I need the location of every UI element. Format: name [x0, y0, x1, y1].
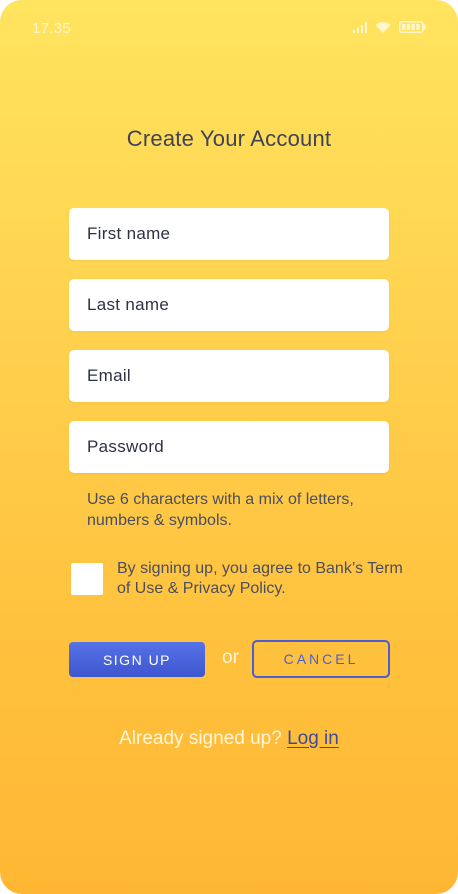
- signup-screen: 17.35 Create Your Account First name Las…: [0, 0, 458, 894]
- login-link[interactable]: Log in: [287, 728, 339, 749]
- wifi-icon: [375, 21, 391, 33]
- cancel-button[interactable]: CANCEL: [252, 640, 390, 678]
- email-field[interactable]: [69, 350, 389, 402]
- password-input[interactable]: [87, 437, 389, 457]
- page-title: Create Your Account: [126, 126, 332, 151]
- password-hint: Use 6 characters with a mix of letters, …: [87, 491, 354, 529]
- email-input[interactable]: [87, 366, 389, 386]
- sign-up-button[interactable]: SIGN UP: [69, 642, 205, 677]
- first-name-field[interactable]: [69, 208, 389, 260]
- last-name-input[interactable]: [87, 295, 389, 315]
- first-name-input[interactable]: [87, 224, 389, 244]
- terms-text: By signing up, you agree to Bank’s Term …: [117, 560, 403, 597]
- status-bar: 17.35: [0, 0, 458, 56]
- signal-icon: [353, 22, 367, 33]
- status-icons: [353, 21, 426, 33]
- password-field[interactable]: [69, 421, 389, 473]
- battery-icon: [399, 21, 426, 33]
- login-prompt: Already signed up?: [119, 728, 282, 749]
- status-time: 17.35: [32, 20, 72, 37]
- last-name-field[interactable]: [69, 279, 389, 331]
- or-separator: or: [222, 647, 239, 668]
- terms-checkbox[interactable]: [71, 563, 103, 595]
- login-prompt-line: Already signed up? Log in: [0, 728, 458, 750]
